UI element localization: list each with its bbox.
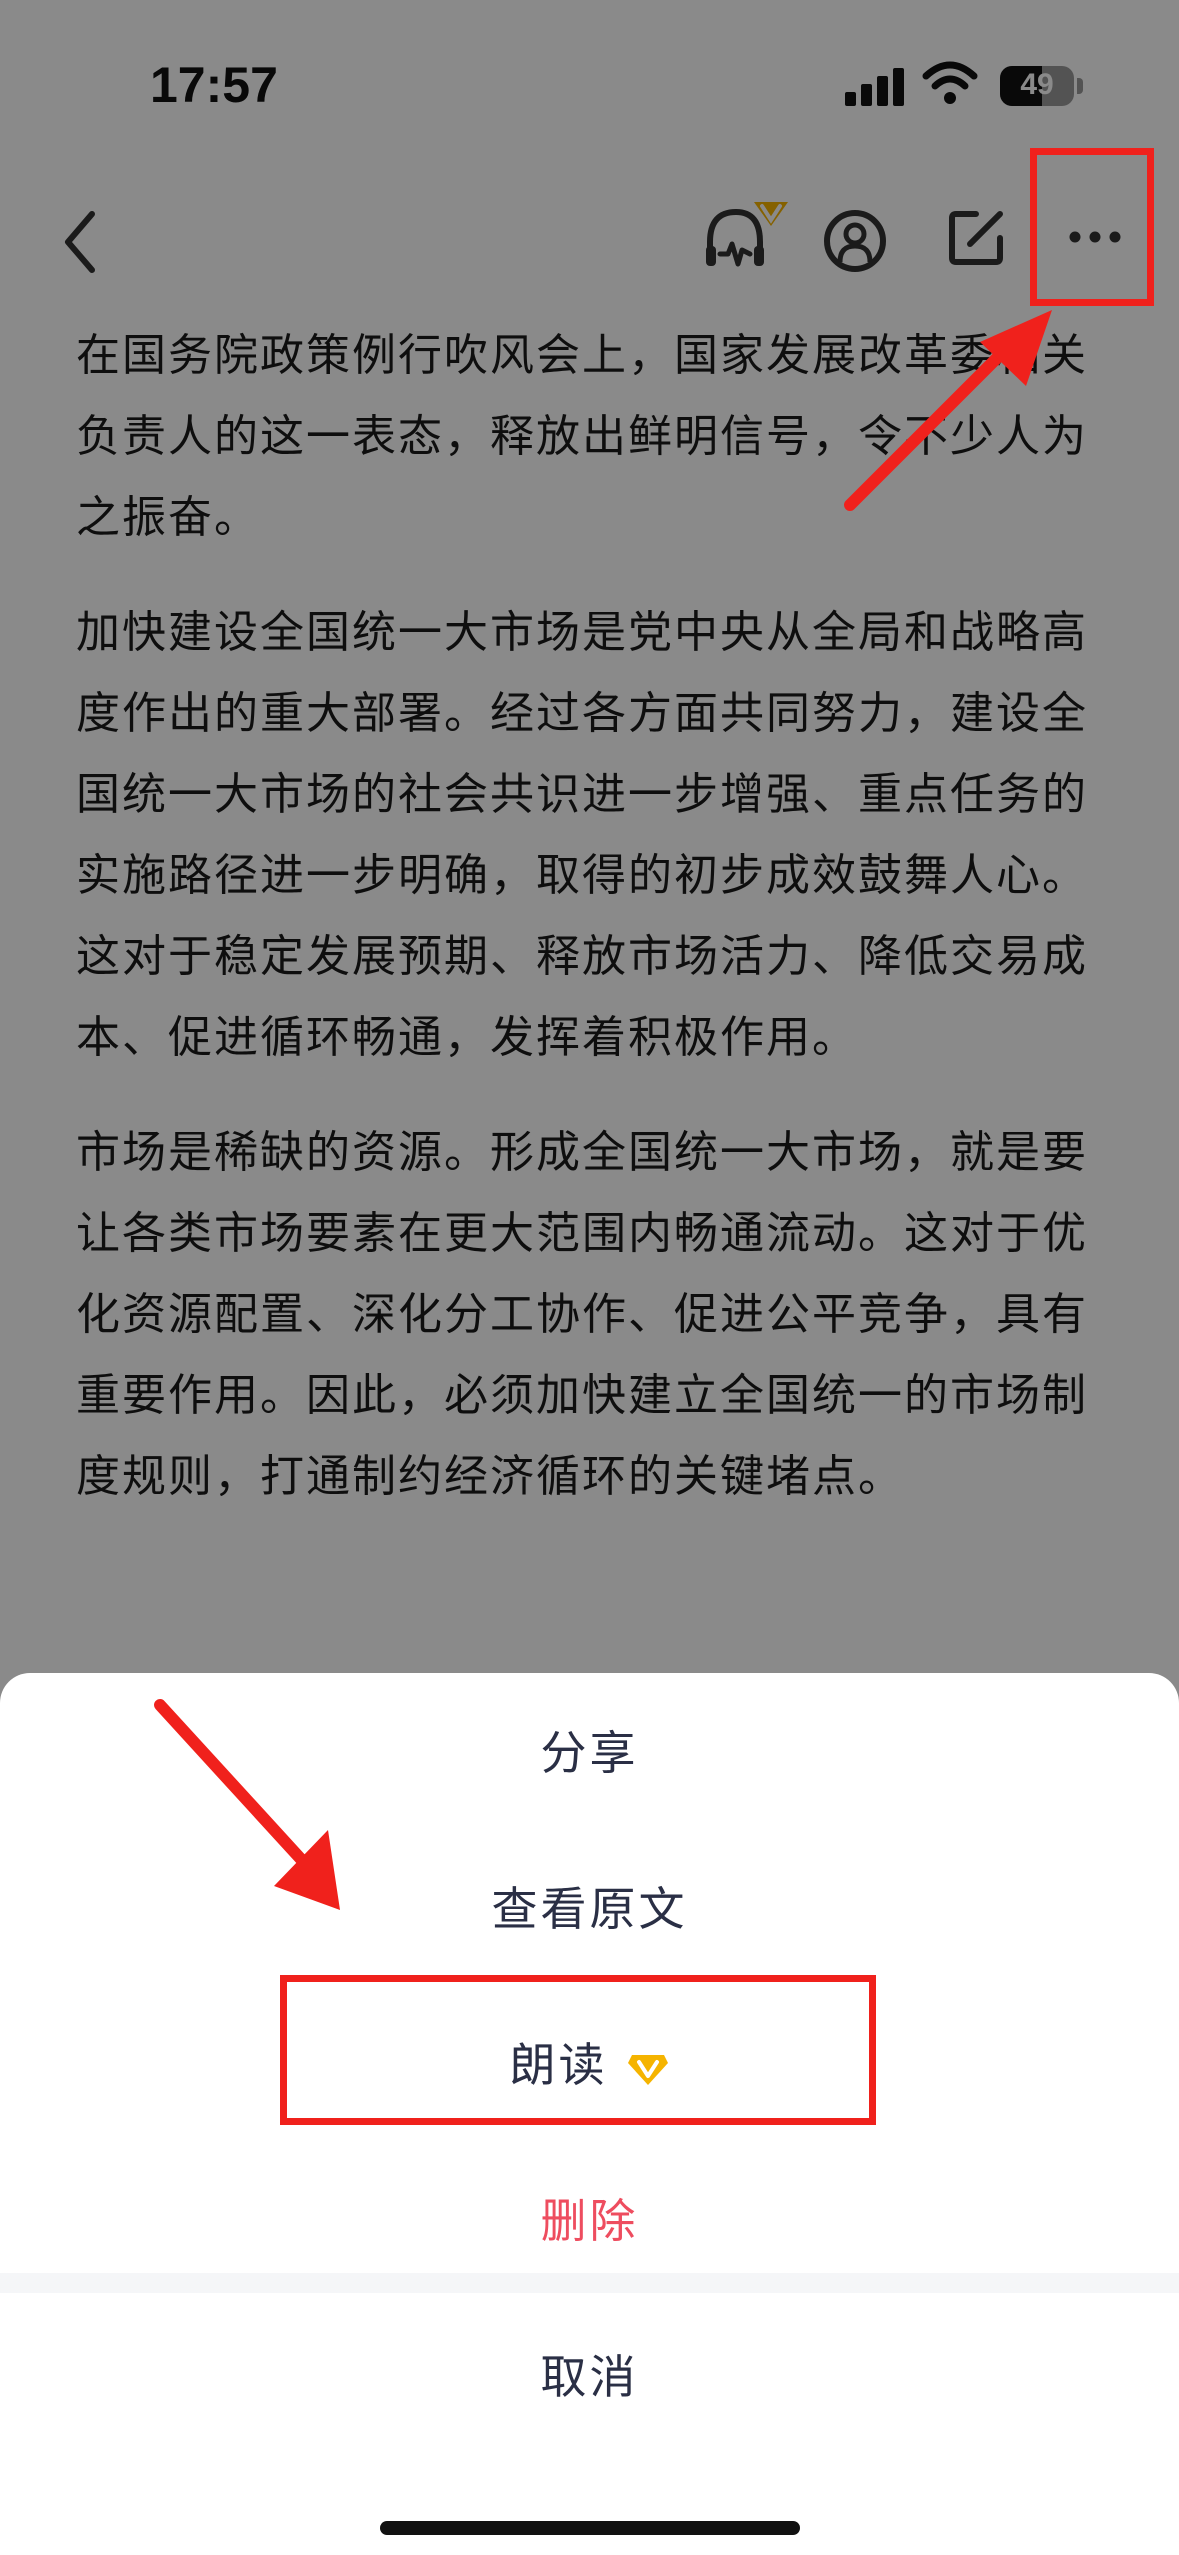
read-aloud-highlight [280,1975,876,2125]
more-button-highlight [1030,148,1154,306]
arrow-to-read-aloud-icon [154,1699,340,1910]
arrow-to-more-button-icon [844,310,1052,511]
delete-option[interactable]: 删除 [0,2185,1179,2251]
sheet-divider [0,2273,1179,2293]
cancel-button[interactable]: 取消 [0,2341,1179,2407]
home-indicator [380,2521,800,2535]
